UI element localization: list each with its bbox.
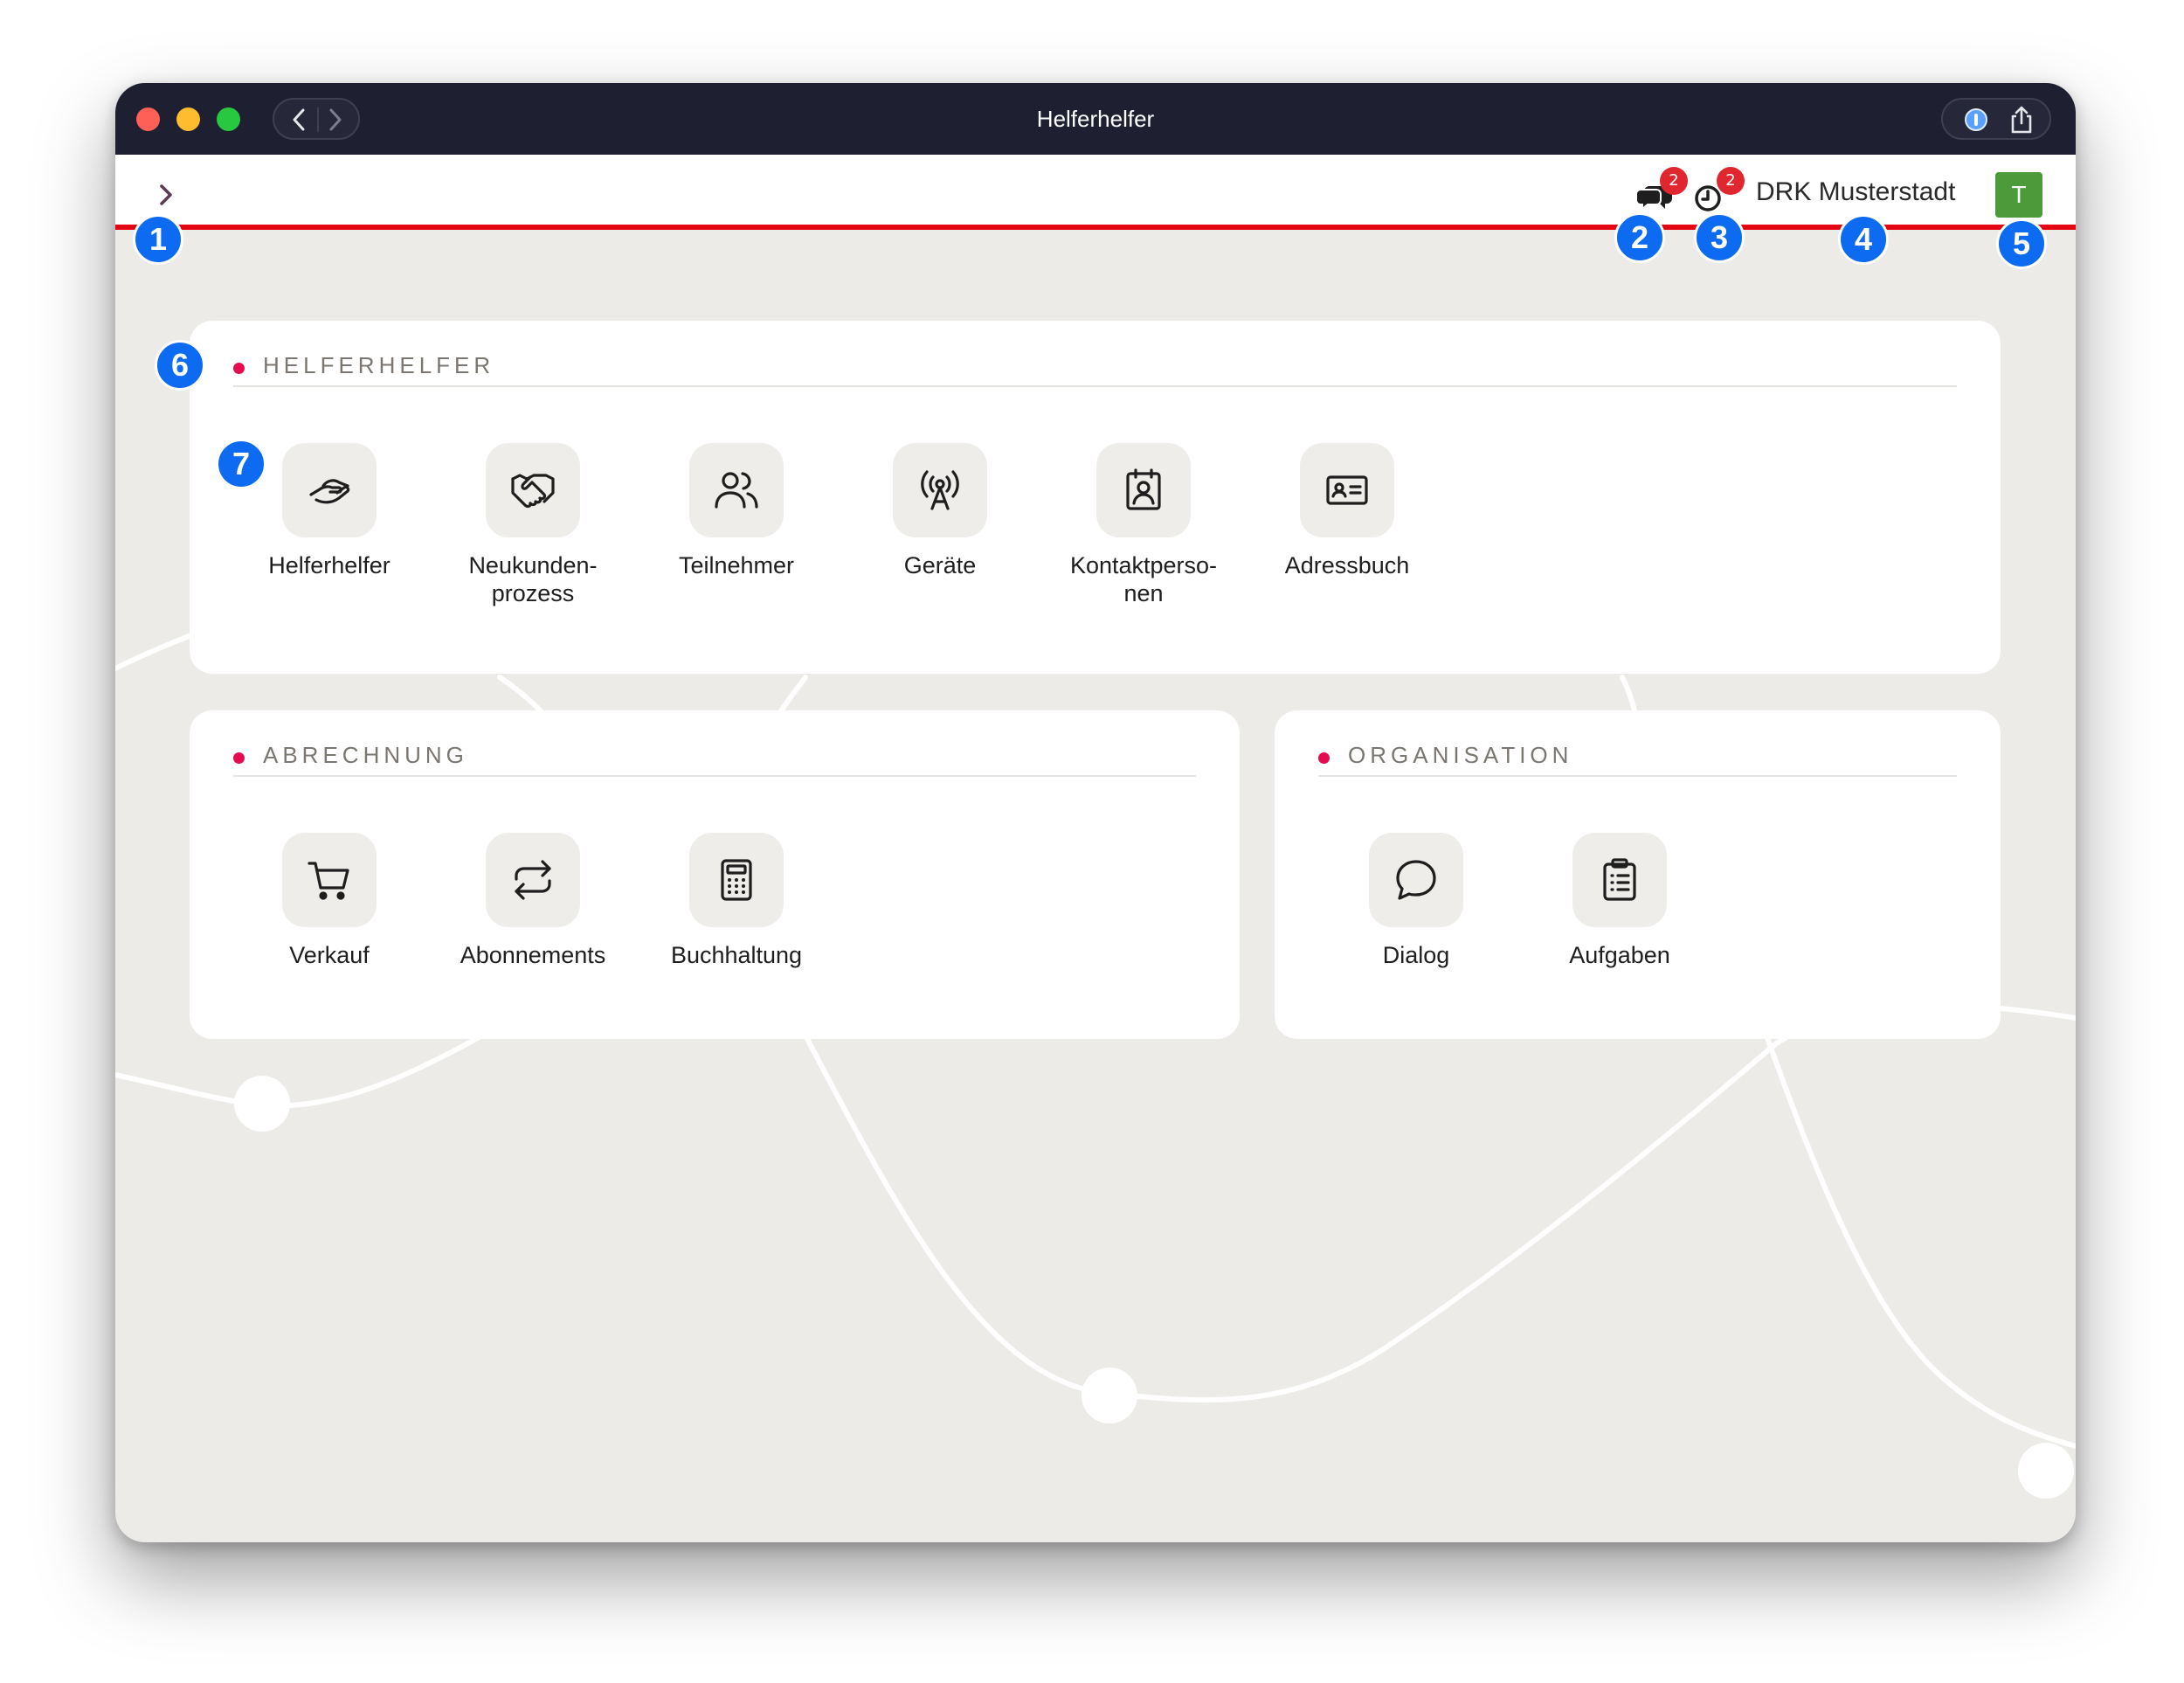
user-avatar[interactable]: T — [1995, 172, 2042, 218]
repeat-arrows-icon — [515, 860, 551, 900]
messages-badge: 2 — [1660, 167, 1688, 195]
annotation-marker-6: 6 — [155, 340, 205, 391]
tasks-clock-button[interactable]: 2 — [1690, 167, 1745, 216]
tile-icon-box — [1300, 443, 1394, 537]
section-card-abrechnung: ABRECHNUNG Verkauf Abonnements Buchhaltu… — [190, 710, 1240, 1039]
clipboard-list-icon — [1603, 858, 1636, 901]
section-dot — [233, 363, 245, 374]
calculator-icon — [721, 859, 752, 901]
password-shield-icon — [1965, 108, 1987, 131]
organization-name[interactable]: DRK Musterstadt — [1756, 177, 1955, 207]
handshake-icon — [511, 474, 555, 509]
tile-adressbuch[interactable]: Adressbuch — [1251, 443, 1443, 579]
tile-geraete[interactable]: Geräte — [844, 443, 1036, 579]
annotation-marker-5: 5 — [1996, 218, 2047, 269]
handshake-hand-icon — [309, 479, 350, 504]
tile-label: Helferhelfer — [268, 552, 390, 578]
toolbar-right-group — [1941, 98, 2051, 140]
tile-label: Adressbuch — [1284, 552, 1410, 578]
tile-teilnehmer[interactable]: Teilnehmer — [640, 443, 833, 579]
tile-icon-box — [282, 443, 377, 537]
tile-label: Verkauf — [289, 942, 370, 968]
id-card-icon — [1326, 475, 1368, 505]
tile-label: Geräte — [903, 552, 977, 578]
section-card-organisation: ORGANISATION Dialog Aufgaben — [1275, 710, 2001, 1039]
contact-book-icon — [1126, 468, 1161, 510]
section-header: HELFERHELFER — [233, 349, 1957, 387]
share-button[interactable] — [2004, 105, 2039, 135]
section-dot — [1318, 752, 1330, 764]
antenna-icon — [921, 470, 959, 510]
section-title: ORGANISATION — [1348, 742, 1573, 768]
tile-icon-box — [689, 833, 784, 927]
password-manager-button[interactable] — [1959, 105, 1994, 135]
section-title: ABRECHNUNG — [263, 742, 468, 768]
section-card-helferhelfer: HELFERHELFER Helferhelfer Neukunden- pro… — [190, 321, 2001, 674]
chevron-right-icon — [160, 184, 172, 205]
section-dot — [233, 752, 245, 764]
tile-buchhaltung[interactable]: Buchhaltung — [640, 833, 833, 969]
annotation-marker-1: 1 — [133, 214, 183, 265]
section-title: HELFERHELFER — [263, 352, 495, 378]
users-icon — [715, 472, 758, 509]
tile-icon-box — [282, 833, 377, 927]
app-window: Helferhelfer 2 2 DRK Musterstadt T HELFE… — [115, 83, 2076, 1542]
section-header: ABRECHNUNG — [233, 738, 1196, 777]
share-icon — [2011, 106, 2032, 134]
app-header: 2 2 DRK Musterstadt T — [115, 155, 2076, 230]
tile-label: Kontaktperso- nen — [1069, 552, 1218, 606]
tile-icon-box — [1369, 833, 1463, 927]
tile-label: Aufgaben — [1569, 942, 1670, 968]
tile-kontaktpersonen[interactable]: Kontaktperso- nen — [1047, 443, 1240, 607]
tile-icon-box — [1572, 833, 1667, 927]
tile-aufgaben[interactable]: Aufgaben — [1524, 833, 1716, 969]
messages-button[interactable]: 2 — [1634, 167, 1688, 216]
section-header: ORGANISATION — [1318, 738, 1957, 777]
tile-dialog[interactable]: Dialog — [1320, 833, 1512, 969]
annotation-marker-3: 3 — [1694, 212, 1745, 263]
annotation-marker-7: 7 — [216, 439, 266, 489]
chat-bubble-icon — [1396, 860, 1436, 900]
tile-label: Dialog — [1382, 942, 1450, 968]
tile-label: Teilnehmer — [678, 552, 795, 578]
tile-abonnements[interactable]: Abonnements — [437, 833, 629, 969]
tile-neukundenprozess[interactable]: Neukunden- prozess — [437, 443, 629, 607]
tile-icon-box — [486, 443, 580, 537]
tile-label: Buchhaltung — [670, 942, 803, 968]
annotation-marker-4: 4 — [1838, 214, 1889, 265]
tile-icon-box — [893, 443, 987, 537]
tile-icon-box — [689, 443, 784, 537]
window-titlebar: Helferhelfer — [115, 83, 2076, 155]
tile-label: Neukunden- prozess — [468, 552, 598, 606]
tasks-badge: 2 — [1717, 167, 1745, 195]
tile-label: Abonnements — [460, 942, 606, 968]
tile-icon-box — [486, 833, 580, 927]
tile-icon-box — [1096, 443, 1191, 537]
tile-verkauf[interactable]: Verkauf — [233, 833, 425, 969]
sidebar-toggle-button[interactable] — [150, 179, 182, 211]
annotation-marker-2: 2 — [1614, 212, 1665, 263]
window-title: Helferhelfer — [1036, 106, 1155, 132]
shopping-cart-icon — [308, 862, 349, 900]
